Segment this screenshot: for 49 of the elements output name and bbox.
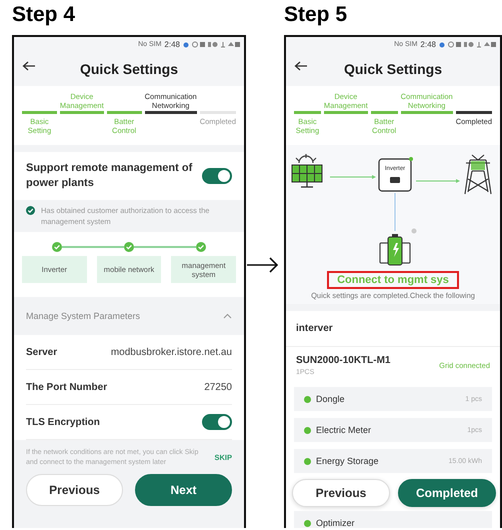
toggle-switch[interactable] [202, 414, 232, 430]
parameter-label: Server [26, 346, 58, 358]
caret-icon[interactable] [223, 313, 232, 319]
back-arrow-icon [294, 61, 308, 71]
device-model: SUN2000-10KTL-M1 [296, 355, 390, 366]
component-row[interactable]: Optimizer [294, 511, 492, 528]
status-dot-icon [304, 520, 311, 526]
completed-button[interactable]: Completed [398, 479, 496, 507]
back-arrow-icon [22, 61, 36, 71]
status-dot-icon [304, 426, 311, 434]
step-heading: Step 4 [12, 2, 76, 28]
parameter-value: 27250 [204, 382, 232, 392]
back-button[interactable] [294, 61, 308, 71]
previous-button[interactable]: Previous [26, 474, 123, 506]
next-button[interactable]: Next [135, 474, 232, 506]
screen-title: Quick Settings [80, 61, 178, 77]
connection-line [394, 192, 396, 232]
back-button[interactable] [22, 61, 36, 71]
notification-dot-icon [439, 42, 445, 48]
flow-arrow [330, 175, 376, 179]
toggle-switch[interactable] [202, 168, 232, 184]
parameter-value: modbusbroker.istore.net.au [110, 346, 232, 358]
status-icons-drawing [192, 41, 240, 48]
status-dot-icon [409, 157, 413, 161]
status-time: 2:48 [164, 40, 180, 49]
step-heading: Step 5 [284, 2, 348, 28]
section-title: Manage System Parameters [26, 311, 140, 321]
parameter-label: TLS Encryption [26, 416, 100, 428]
connection-status-text: Connect to mgmt sys [327, 271, 459, 289]
flow-arrow [416, 179, 460, 183]
screen-title: Quick Settings [344, 61, 442, 77]
notification-dot-icon [183, 42, 189, 48]
previous-button[interactable]: Previous [292, 479, 390, 507]
display-icon [390, 177, 400, 183]
status-dot-icon [304, 396, 311, 402]
status-time: 2:48 [420, 40, 436, 49]
status-dot-icon [304, 458, 311, 464]
component-name: Optimizer [316, 518, 355, 528]
parameter-label: The Port Number [26, 382, 108, 392]
status-icons-drawing [448, 41, 496, 48]
power-tower-icon [464, 154, 492, 195]
inverter-box [378, 158, 412, 192]
setting-label: Support remote management of power plants [26, 161, 194, 191]
component-name: Electric Meter [316, 425, 372, 435]
solar-panel-icon [292, 153, 322, 188]
component-name: Energy Storage [316, 456, 379, 466]
battery-icon [380, 234, 410, 266]
status-dot-icon [412, 228, 416, 234]
component-name: Dongle [316, 394, 345, 404]
